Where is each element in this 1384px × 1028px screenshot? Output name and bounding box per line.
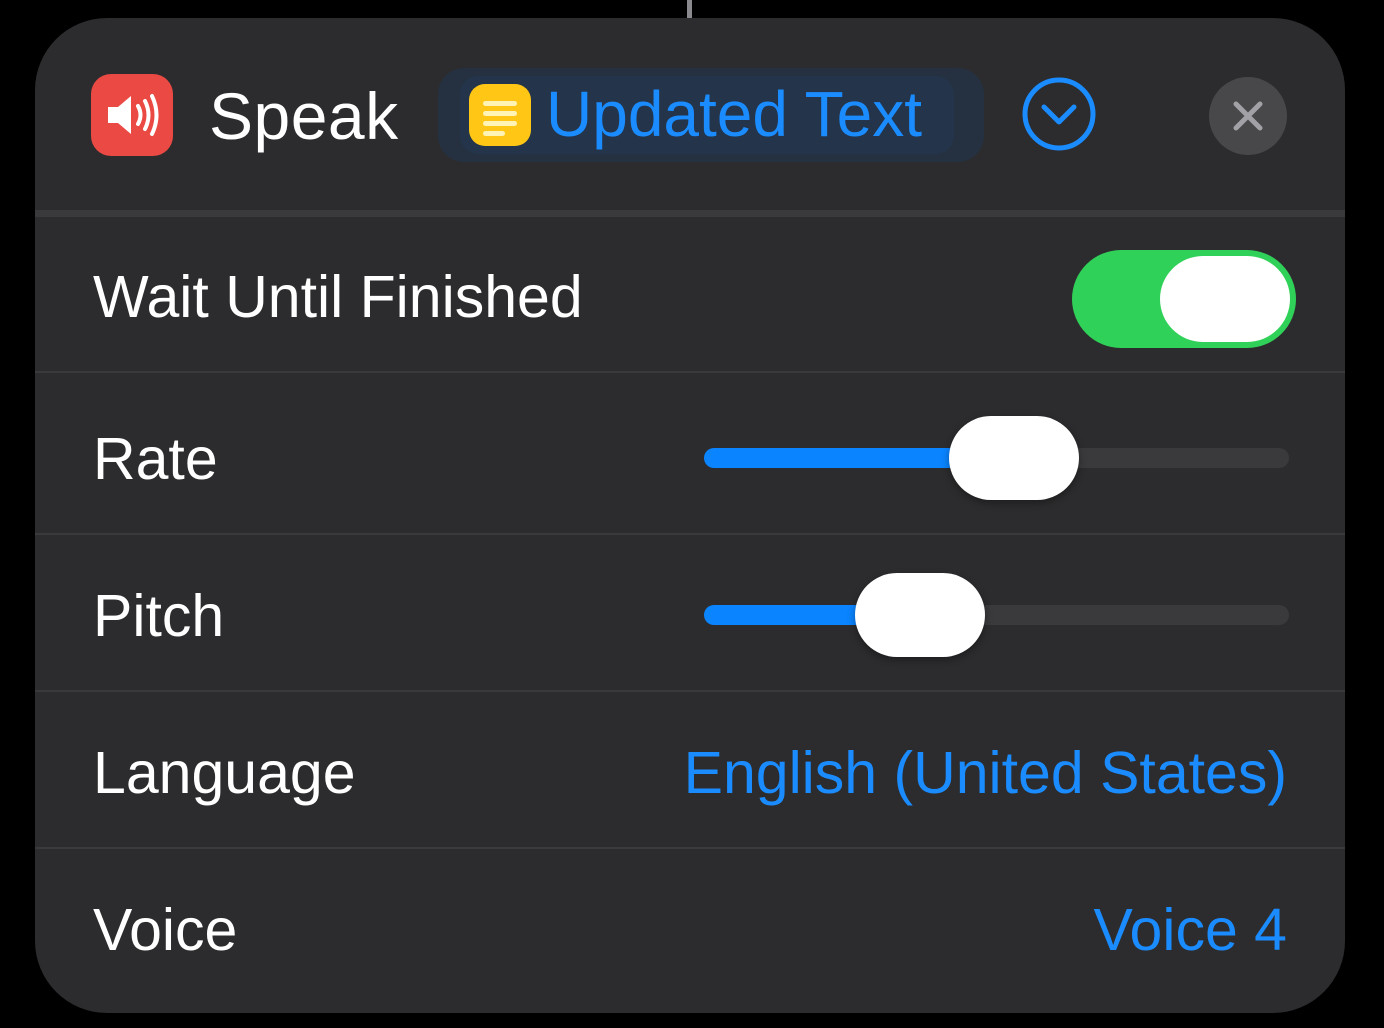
voice-row[interactable]: Voice Voice 4	[35, 850, 1345, 1006]
row-divider	[35, 533, 1345, 535]
rate-slider[interactable]	[704, 414, 1289, 504]
voice-label: Voice	[93, 897, 238, 963]
wait-until-finished-row: Wait Until Finished	[35, 217, 1345, 373]
text-lines-icon	[469, 84, 531, 146]
pitch-row: Pitch	[35, 536, 1345, 692]
speaker-wave-icon	[91, 74, 173, 156]
chevron-down-circle-icon[interactable]	[1021, 76, 1097, 152]
row-divider	[35, 847, 1345, 849]
action-title: Speak	[209, 79, 399, 153]
pitch-slider[interactable]	[704, 571, 1289, 661]
row-divider	[35, 371, 1345, 373]
action-connector-line	[687, 0, 692, 18]
action-header: Speak Updated Text	[35, 18, 1345, 210]
voice-value[interactable]: Voice 4	[1093, 890, 1287, 970]
language-value[interactable]: English (United States)	[684, 733, 1287, 813]
wait-until-finished-label: Wait Until Finished	[93, 264, 583, 330]
toggle-knob	[1160, 256, 1290, 342]
slider-thumb[interactable]	[949, 416, 1080, 500]
header-divider	[35, 210, 1345, 217]
pitch-label: Pitch	[93, 583, 225, 649]
slider-thumb[interactable]	[855, 573, 986, 657]
close-icon	[1233, 101, 1263, 131]
variable-label: Updated Text	[546, 78, 922, 150]
speak-action-card: Speak Updated Text Wait Until Finished R…	[35, 18, 1345, 1013]
close-button[interactable]	[1209, 77, 1287, 155]
text-variable-token[interactable]: Updated Text	[438, 68, 984, 162]
wait-until-finished-toggle[interactable]	[1072, 250, 1296, 348]
row-divider	[35, 690, 1345, 692]
rate-label: Rate	[93, 426, 218, 492]
language-row[interactable]: Language English (United States)	[35, 693, 1345, 849]
language-label: Language	[93, 740, 356, 806]
rate-row: Rate	[35, 379, 1345, 535]
